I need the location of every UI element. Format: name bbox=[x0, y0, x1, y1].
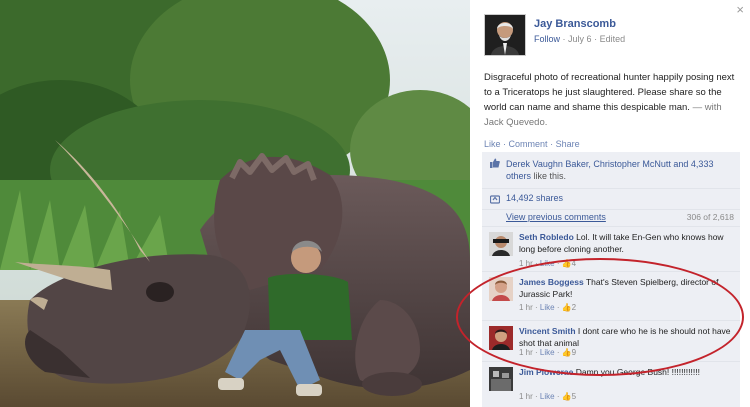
comment-time[interactable]: 1 hr bbox=[519, 348, 533, 357]
post-actions: Like · Comment · Share bbox=[484, 139, 580, 149]
share-icon bbox=[490, 195, 500, 204]
commenter-avatar[interactable] bbox=[489, 326, 513, 350]
thumbs-up-icon: 👍 bbox=[561, 259, 572, 268]
commenter-avatar[interactable] bbox=[489, 232, 513, 256]
comment-button[interactable]: Comment bbox=[509, 139, 548, 149]
view-previous-row: View previous comments 306 of 2,618 bbox=[482, 210, 740, 227]
share-button[interactable]: Share bbox=[556, 139, 580, 149]
post-body: Disgraceful photo of recreational hunter… bbox=[484, 70, 740, 130]
comment-meta: 1 hr · Like · 👍5 bbox=[519, 392, 577, 401]
post-header: Jay Branscomb Follow · July 6 · Edited bbox=[484, 14, 744, 60]
comment-item: James Boggess That's Steven Spielberg, d… bbox=[482, 272, 740, 321]
shares-link[interactable]: 14,492 shares bbox=[506, 193, 563, 203]
comment-meta: 1 hr · Like · 👍2 bbox=[519, 303, 577, 312]
comment-body: James Boggess That's Steven Spielberg, d… bbox=[519, 276, 734, 300]
comment-like-button[interactable]: Like bbox=[540, 348, 555, 357]
edited-label[interactable]: Edited bbox=[600, 34, 626, 44]
author-avatar[interactable] bbox=[484, 14, 526, 56]
comment-like-button[interactable]: Like bbox=[540, 259, 555, 268]
commenter-name[interactable]: Jim Plowcrae bbox=[519, 367, 573, 377]
thumbs-up-icon bbox=[490, 158, 500, 168]
likes-text: Derek Vaughn Baker, Christopher McNutt a… bbox=[506, 158, 736, 182]
likes-suffix: like this. bbox=[533, 171, 567, 181]
comment-body: Vincent Smith I dont care who he is he s… bbox=[519, 325, 734, 349]
comment-meta: 1 hr · Like · 👍9 bbox=[519, 348, 577, 357]
comment-like-button[interactable]: Like bbox=[540, 303, 555, 312]
thumbs-up-icon: 👍 bbox=[561, 348, 572, 357]
commenter-name[interactable]: Vincent Smith bbox=[519, 326, 576, 336]
comment-count: 306 of 2,618 bbox=[686, 212, 734, 222]
view-previous-comments-link[interactable]: View previous comments bbox=[506, 212, 606, 222]
comment-like-count: 2 bbox=[571, 303, 577, 312]
author-name[interactable]: Jay Branscomb bbox=[534, 18, 616, 30]
post-date[interactable]: July 6 bbox=[568, 34, 592, 44]
commenter-avatar-image bbox=[489, 326, 513, 350]
comment-item: Vincent Smith I dont care who he is he s… bbox=[482, 321, 740, 362]
comment-time[interactable]: 1 hr bbox=[519, 259, 533, 268]
thumbs-up-icon: 👍 bbox=[561, 392, 572, 401]
comment-meta: 1 hr · Like · 👍4 bbox=[519, 259, 577, 268]
comment-time[interactable]: 1 hr bbox=[519, 392, 533, 401]
comment-like-button[interactable]: Like bbox=[540, 392, 555, 401]
commenter-name[interactable]: James Boggess bbox=[519, 277, 584, 287]
post-panel: × Jay Branscomb Follow · July 6 · Edited… bbox=[470, 0, 750, 407]
commenter-avatar-image bbox=[489, 232, 513, 256]
comment-like-count: 5 bbox=[571, 392, 577, 401]
triceratops-photo bbox=[0, 0, 470, 407]
feedback-box: Derek Vaughn Baker, Christopher McNutt a… bbox=[482, 152, 740, 407]
comment-body: Seth Robledo Lol. It will take En-Gen wh… bbox=[519, 231, 734, 255]
comment-like-count: 4 bbox=[571, 259, 577, 268]
follow-link[interactable]: Follow bbox=[534, 34, 560, 44]
comment-item: Jim Plowcrae Damn you George Bush! !!!!!… bbox=[482, 362, 740, 407]
commenter-name[interactable]: Seth Robledo bbox=[519, 232, 574, 242]
commenter-avatar-image bbox=[489, 277, 513, 301]
comment-time[interactable]: 1 hr bbox=[519, 303, 533, 312]
comment-body: Jim Plowcrae Damn you George Bush! !!!!!… bbox=[519, 366, 734, 378]
shares-summary: 14,492 shares bbox=[482, 189, 740, 210]
post-meta: Follow · July 6 · Edited bbox=[534, 34, 625, 44]
comment-like-count: 9 bbox=[571, 348, 577, 357]
commenter-avatar-image bbox=[489, 367, 513, 391]
post-photo[interactable] bbox=[0, 0, 470, 407]
likes-summary: Derek Vaughn Baker, Christopher McNutt a… bbox=[482, 152, 740, 189]
thumbs-up-icon: 👍 bbox=[561, 303, 572, 312]
commenter-avatar[interactable] bbox=[489, 277, 513, 301]
like-button[interactable]: Like bbox=[484, 139, 501, 149]
comment-item: Seth Robledo Lol. It will take En-Gen wh… bbox=[482, 227, 740, 272]
comment-text: Damn you George Bush! !!!!!!!!!!!! bbox=[575, 367, 700, 377]
author-avatar-image bbox=[485, 15, 525, 55]
commenter-avatar[interactable] bbox=[489, 367, 513, 391]
